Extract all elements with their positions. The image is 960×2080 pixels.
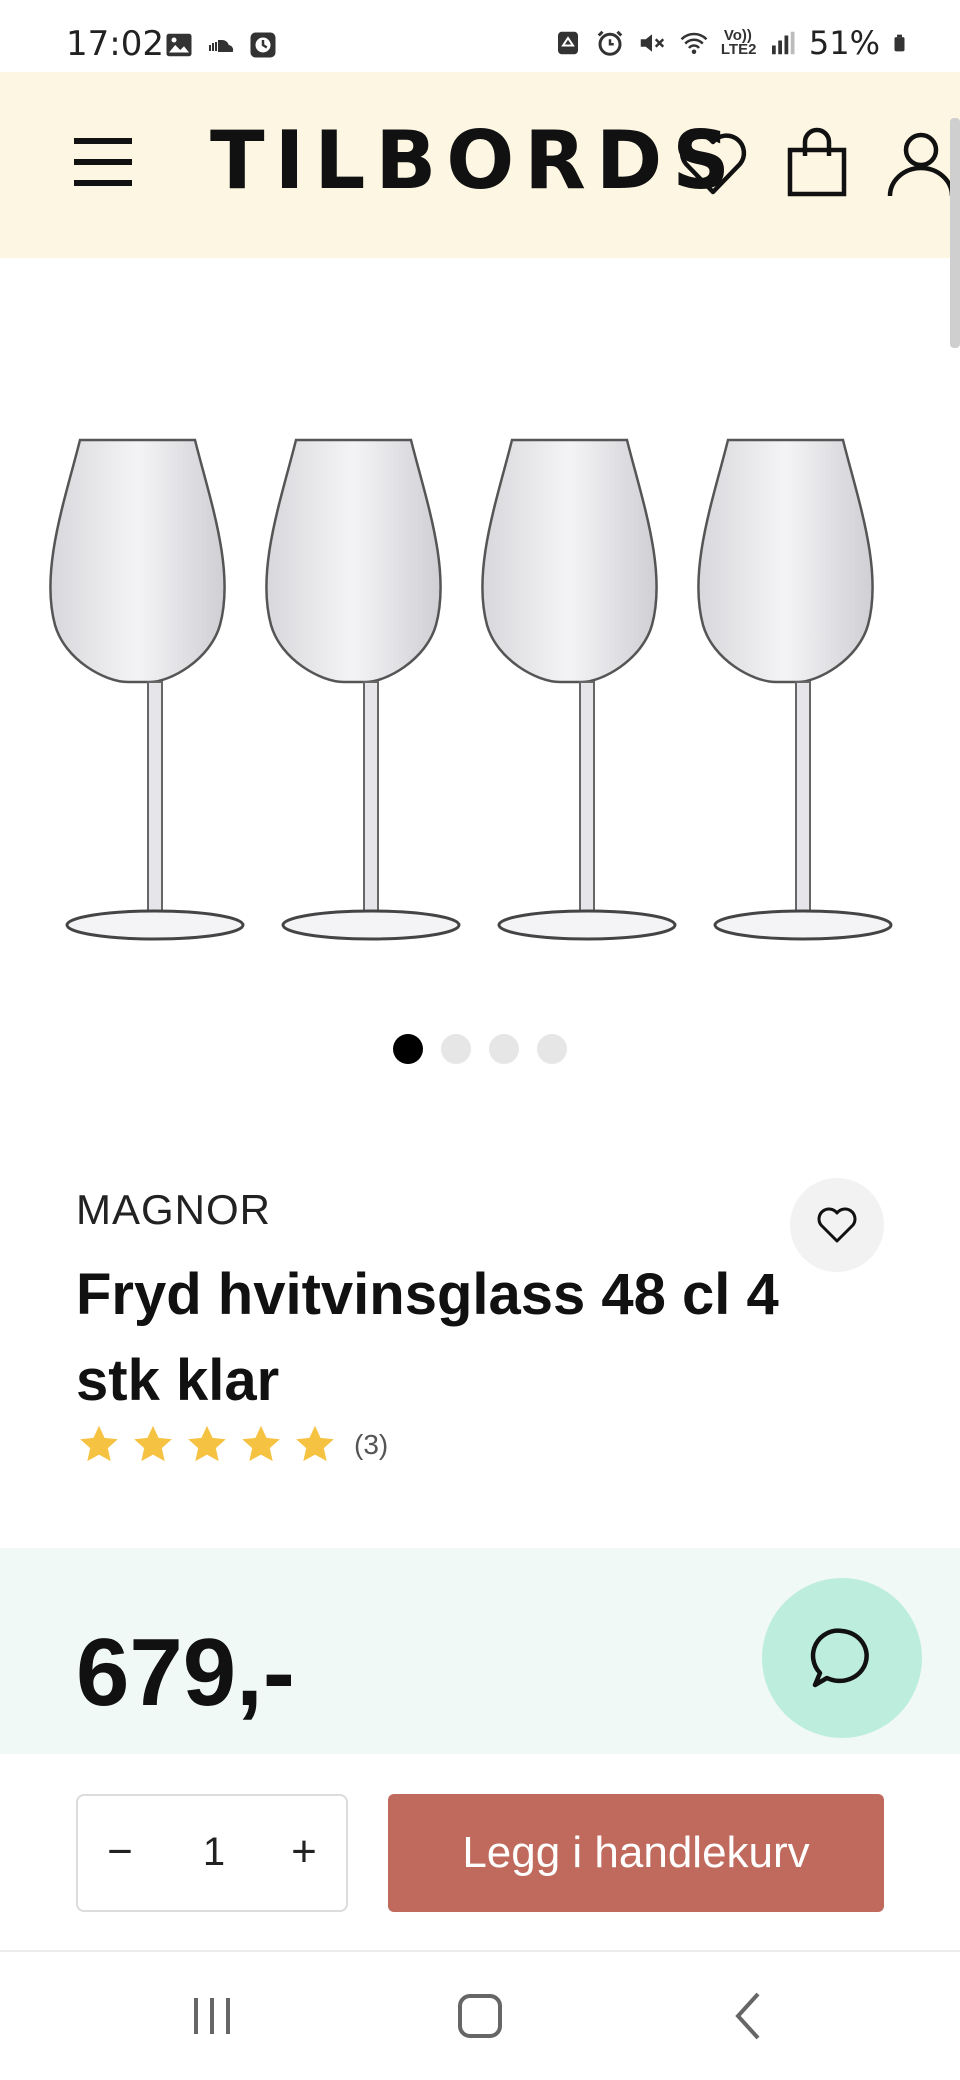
soundcloud-icon: [209, 39, 234, 52]
status-left-icons: [164, 30, 278, 60]
back-icon[interactable]: [720, 1986, 780, 2046]
scrollbar[interactable]: [950, 118, 960, 348]
carousel-dot-3[interactable]: [489, 1034, 519, 1064]
recycle-icon: [557, 31, 578, 55]
mute-icon: [640, 34, 665, 52]
star-icon: [296, 1425, 334, 1462]
wishlist-icon[interactable]: [676, 126, 750, 200]
brand-logo[interactable]: TILBORDS: [210, 114, 740, 207]
heart-icon: [817, 1207, 857, 1243]
carousel-dot-2[interactable]: [441, 1034, 471, 1064]
quantity-increase-button[interactable]: +: [274, 1822, 334, 1882]
product-price: 679,-: [76, 1619, 295, 1726]
price-band: 679,-: [0, 1548, 960, 1754]
status-bar: 17:02 Vo)) LTE2 51%: [0, 0, 960, 72]
alarm-icon: [597, 30, 623, 56]
chat-button[interactable]: [762, 1578, 922, 1738]
clock-app-icon: [250, 32, 276, 58]
system-nav-bar: [0, 1952, 960, 2080]
status-right: Vo)) LTE2 51%: [553, 24, 912, 62]
carousel-dots: [0, 1034, 960, 1064]
product-title: Fryd hvitvinsglass 48 cl 4 stk klar: [76, 1262, 779, 1413]
site-header: TILBORDS: [0, 72, 960, 258]
chat-bubble-icon: [810, 1628, 869, 1688]
product-rating[interactable]: (3): [76, 1422, 388, 1468]
carousel-dot-4[interactable]: [537, 1034, 567, 1064]
battery-icon: [894, 34, 905, 52]
quantity-stepper: − 1 +: [76, 1794, 348, 1912]
star-icon: [242, 1425, 280, 1462]
status-time: 17:02: [66, 24, 164, 64]
menu-icon[interactable]: [72, 132, 136, 192]
product-brand[interactable]: MAGNOR: [76, 1186, 271, 1234]
recents-icon[interactable]: [182, 1986, 242, 2046]
wifi-icon: [680, 32, 708, 54]
gallery-icon: [166, 33, 192, 57]
home-icon[interactable]: [450, 1986, 510, 2046]
cart-icon[interactable]: [780, 126, 854, 200]
review-count[interactable]: (3): [354, 1429, 388, 1461]
star-icon: [80, 1425, 118, 1462]
add-to-cart-button[interactable]: Legg i handlekurv: [388, 1794, 884, 1912]
wine-glasses-image[interactable]: [40, 420, 920, 960]
star-icon: [134, 1425, 172, 1462]
battery-text: 51%: [808, 24, 880, 62]
star-icon: [188, 1425, 226, 1462]
signal-icon: [771, 31, 795, 55]
network-label: Vo)) LTE2: [720, 27, 757, 58]
carousel-dot-1[interactable]: [393, 1034, 423, 1064]
account-icon[interactable]: [884, 126, 958, 200]
